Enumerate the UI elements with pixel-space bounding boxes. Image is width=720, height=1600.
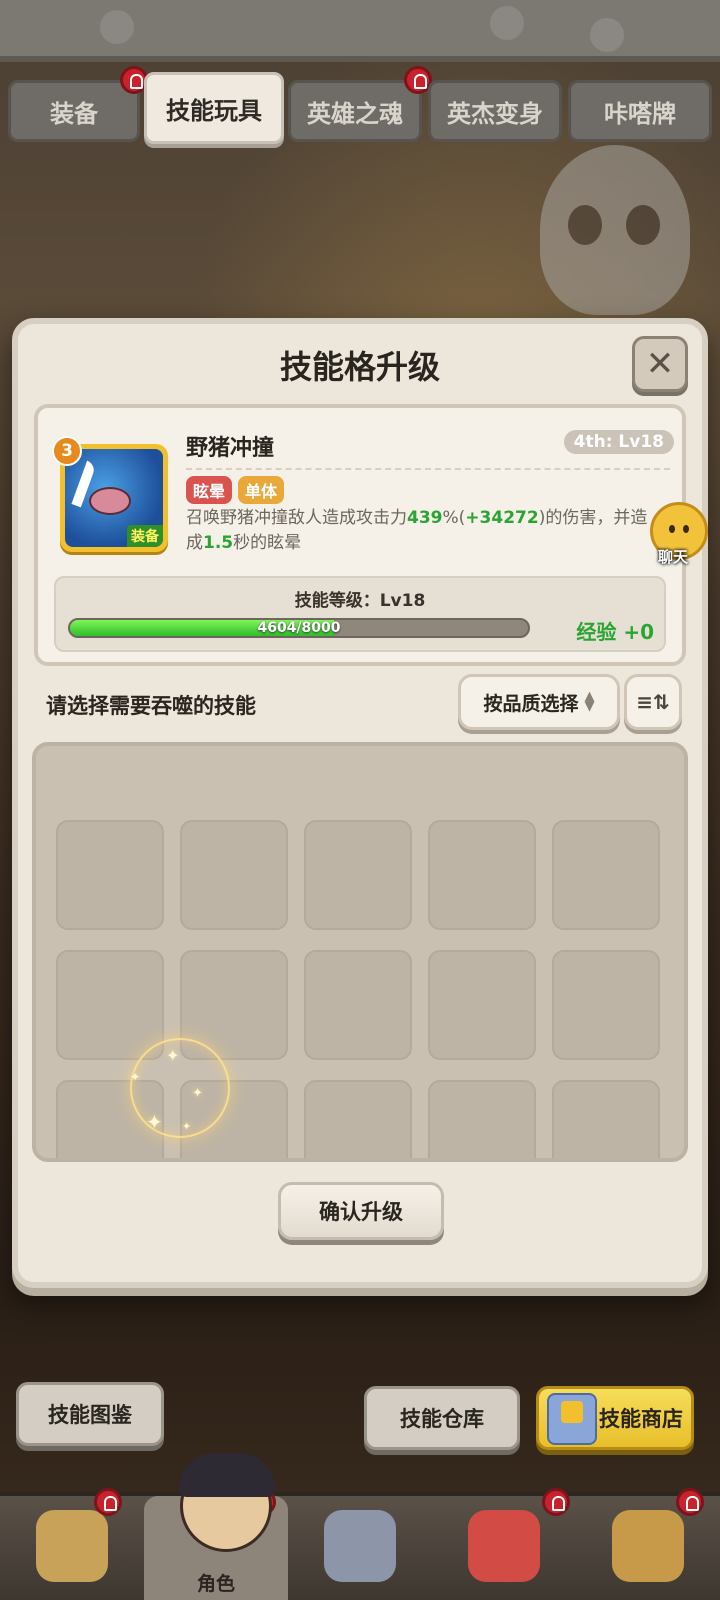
boar-charge-icon: 装备 <box>65 449 163 547</box>
desc-percent: 439 <box>407 508 443 528</box>
swirl-decor-icon <box>490 6 524 40</box>
confirm-upgrade-button[interactable]: 确认升级 <box>278 1182 444 1240</box>
tab-hero-soul[interactable]: 英雄之魂 <box>288 80 422 142</box>
exp-gain-label: 经验 +0 <box>576 620 654 644</box>
tab-label: 技能玩具 <box>166 96 262 125</box>
skill-info-card: 装备 3 野猪冲撞 4th: Lv18 眩晕 单体 召唤野猪冲撞敌人造成攻击力4… <box>34 404 686 666</box>
skill-description: 召唤野猪冲撞敌人造成攻击力439%(+34272)的伤害，并造成1.5秒的眩晕 <box>186 506 656 556</box>
sword-icon <box>324 1510 396 1582</box>
tag-stun: 眩晕 <box>186 476 233 504</box>
chat-label[interactable]: 聊天 <box>658 546 688 567</box>
skill-level-badge: 3 <box>52 436 82 466</box>
skull-background-decor <box>540 145 690 315</box>
sparkle-ring-effect <box>130 1038 230 1138</box>
totem-icon <box>612 1510 684 1582</box>
skill-slot[interactable] <box>428 950 536 1060</box>
equipped-tag: 装备 <box>127 525 163 547</box>
skill-slot[interactable] <box>304 950 412 1060</box>
nav-item-lion[interactable] <box>0 1488 144 1600</box>
button-label: 按品质选择 <box>483 692 579 715</box>
top-decor-strip <box>0 0 720 62</box>
category-tabs: 装备 技能玩具 英雄之魂 英杰变身 咔嗒牌 <box>0 66 720 146</box>
lion-icon <box>36 1510 108 1582</box>
skill-name: 野猪冲撞 <box>186 436 275 461</box>
select-by-quality-button[interactable]: 按品质选择 ▲ ▼ <box>458 674 620 730</box>
skill-selection-grid: ✦ ✦ ✦ ✦ ✦ <box>32 742 688 1162</box>
nav-item-dino[interactable] <box>432 1488 576 1600</box>
skill-tier-badge: 4th: Lv18 <box>563 430 674 454</box>
shop-icon <box>547 1393 597 1445</box>
skill-slot[interactable] <box>56 820 164 930</box>
skill-slot[interactable] <box>428 820 536 930</box>
skill-slot[interactable] <box>552 950 660 1060</box>
hero-icon <box>179 1453 275 1552</box>
notification-bell-icon <box>94 1488 122 1516</box>
skill-slot[interactable] <box>552 1080 660 1158</box>
desc-text: 秒的眩晕 <box>233 533 302 553</box>
skill-slot[interactable] <box>552 820 660 930</box>
tab-hero-transform[interactable]: 英杰变身 <box>428 80 562 142</box>
boar-shape <box>89 487 131 515</box>
swirl-decor-icon <box>100 10 134 44</box>
button-label: 技能商店 <box>599 1407 683 1431</box>
sort-button[interactable]: ≡⇅ <box>624 674 682 730</box>
tab-label: 装备 <box>50 99 98 128</box>
tag-single-target: 单体 <box>238 476 285 504</box>
select-prompt: 请选择需要吞噬的技能 <box>46 694 256 718</box>
notification-bell-icon <box>676 1488 704 1516</box>
nav-item-sword[interactable] <box>288 1496 432 1600</box>
skill-slot[interactable] <box>304 820 412 930</box>
swirl-decor-icon <box>590 18 624 52</box>
dino-icon <box>468 1510 540 1582</box>
close-icon: ✕ <box>645 344 675 384</box>
skill-slot[interactable] <box>304 1080 412 1158</box>
tab-kata-cards[interactable]: 咔嗒牌 <box>568 80 712 142</box>
desc-bonus: +34272 <box>465 508 539 528</box>
sparkle-icon: ✦ <box>182 1120 192 1133</box>
desc-text: 召唤野猪冲撞敌人造成攻击力 <box>186 508 407 528</box>
skill-level-label: 技能等级：Lv18 <box>294 591 426 611</box>
sparkle-icon: ✦ <box>130 1070 141 1084</box>
exp-progress-text: 4604/8000 <box>257 620 341 636</box>
skill-slot[interactable] <box>180 820 288 930</box>
skill-slot[interactable] <box>56 950 164 1060</box>
tab-label: 英雄之魂 <box>307 99 403 128</box>
skill-slot-upgrade-dialog: 技能格升级 ✕ 装备 3 野猪冲撞 4th: Lv18 眩晕 单体 召唤野猪冲撞… <box>12 318 708 1288</box>
tab-equipment[interactable]: 装备 <box>8 80 140 142</box>
sparkle-icon: ✦ <box>192 1086 203 1101</box>
dialog-title: 技能格升级 <box>279 348 440 386</box>
skill-slot[interactable] <box>428 1080 536 1158</box>
skill-warehouse-button[interactable]: 技能仓库 <box>364 1386 520 1450</box>
skill-shop-button[interactable]: 技能商店 <box>536 1386 694 1450</box>
sort-icon: ≡⇅ <box>636 690 670 714</box>
tab-skill-toys[interactable]: 技能玩具 <box>144 72 284 144</box>
notification-bell-icon <box>542 1488 570 1516</box>
sparkle-icon: ✦ <box>166 1046 180 1065</box>
desc-text: %( <box>442 508 466 528</box>
tab-label: 英杰变身 <box>447 99 543 128</box>
nav-item-totem[interactable] <box>576 1488 720 1600</box>
skill-codex-button[interactable]: 技能图鉴 <box>16 1382 164 1446</box>
bottom-navigation: 角色 <box>0 1488 720 1600</box>
sparkle-icon: ✦ <box>146 1110 163 1134</box>
desc-seconds: 1.5 <box>203 533 234 553</box>
divider <box>186 468 670 470</box>
tab-label: 咔嗒牌 <box>604 99 676 128</box>
updown-arrow-icon: ▲ ▼ <box>584 689 595 714</box>
skill-level-panel: 技能等级：Lv18 4604/8000 经验 +0 <box>54 576 666 652</box>
exp-progress-bar: 4604/8000 <box>68 618 530 638</box>
nav-label: 角色 <box>196 1573 235 1595</box>
close-button[interactable]: ✕ <box>632 336 688 392</box>
